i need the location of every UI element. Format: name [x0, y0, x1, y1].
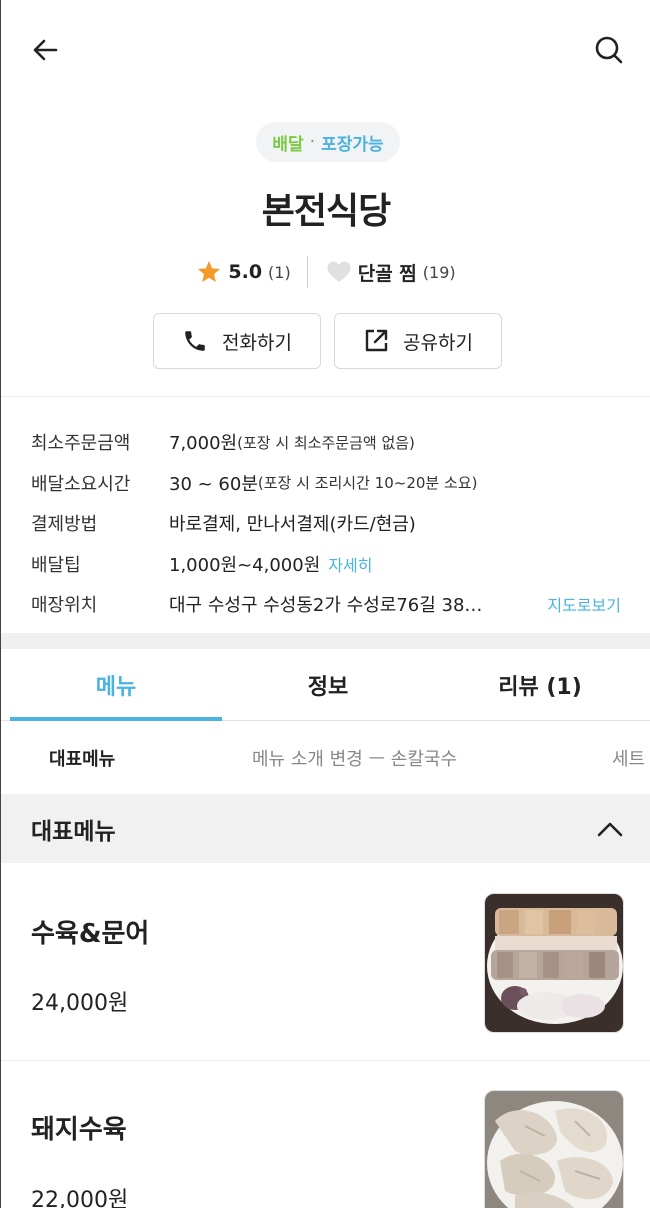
info-row-delivery-time: 배달소요시간 30 ~ 60분 (포장 시 조리시간 10~20분 소요) — [31, 463, 641, 504]
food-photo-icon — [485, 1091, 623, 1208]
call-label: 전화하기 — [222, 331, 292, 354]
store-detail-page: 배달 · 포장가능 본전식당 5.0 (1) 단골 찜 (19) 전화하기 공유… — [0, 0, 650, 1208]
location-value: 대구 수성구 수성동2가 수성로76길 38… — [169, 595, 483, 617]
delivery-time-value: 30 ~ 60분 — [169, 473, 258, 495]
store-tabs: 메뉴 정보 리뷰 (1) — [1, 649, 650, 721]
back-button[interactable] — [27, 32, 63, 68]
info-label: 배달팁 — [31, 554, 81, 576]
menu-item-photo — [484, 1090, 624, 1208]
store-info-list: 최소주문금액 7,000원 (포장 시 최소주문금액 없음) 배달소요시간 30… — [31, 422, 641, 625]
info-row-min-order: 최소주문금액 7,000원 (포장 시 최소주문금액 없음) — [31, 422, 641, 463]
favorite-button[interactable]: 단골 찜 (19) — [308, 259, 456, 286]
menu-item[interactable]: 수육&문어 24,000원 — [1, 863, 650, 1061]
delivery-label: 배달 — [272, 134, 304, 155]
category-item[interactable]: 대표메뉴 — [49, 722, 115, 794]
rating[interactable]: 5.0 (1) — [196, 259, 306, 285]
top-bar — [1, 0, 650, 100]
active-tab-indicator — [10, 717, 222, 721]
rating-score: 5.0 — [228, 261, 263, 283]
info-label: 결제방법 — [31, 514, 98, 536]
share-label: 공유하기 — [403, 331, 473, 354]
favorite-label: 단골 찜 — [357, 262, 417, 285]
info-label: 배달소요시간 — [31, 473, 131, 495]
view-map-link[interactable]: 지도로보기 — [547, 592, 621, 616]
section-title: 대표메뉴 — [31, 818, 116, 845]
info-row-delivery-tip: 배달팁 1,000원~4,000원 자세히 — [31, 544, 641, 585]
min-order-note: (포장 시 최소주문금액 없음) — [237, 433, 415, 452]
chevron-up-icon — [597, 822, 623, 837]
category-item[interactable]: 세트 — [612, 722, 645, 794]
tip-detail-link[interactable]: 자세히 — [328, 552, 372, 576]
menu-item[interactable]: 돼지수육 22,000원 — [1, 1062, 650, 1208]
menu-item-price: 24,000원 — [31, 991, 129, 1016]
info-row-location: 매장위치 대구 수성구 수성동2가 수성로76길 38… 지도로보기 — [31, 584, 641, 625]
share-button[interactable]: 공유하기 — [334, 313, 502, 369]
back-arrow-icon — [33, 39, 58, 61]
menu-category-bar: 대표메뉴 메뉴 소개 변경 ㅡ 손칼국수 세트 — [1, 722, 650, 794]
info-value: 1,000원~4,000원 자세히 — [169, 551, 641, 577]
info-value: 30 ~ 60분 (포장 시 조리시간 10~20분 소요) — [169, 470, 641, 496]
min-order-value: 7,000원 — [169, 433, 238, 455]
rating-count: (1) — [268, 262, 291, 282]
search-button[interactable] — [591, 32, 627, 68]
food-photo-icon — [485, 894, 623, 1032]
service-separator: · — [309, 132, 316, 152]
info-label: 매장위치 — [31, 595, 98, 617]
delivery-time-note: (포장 시 조리시간 10~20분 소요) — [257, 474, 478, 493]
heart-icon — [327, 261, 351, 282]
share-icon — [365, 329, 388, 352]
service-type-badge: 배달 · 포장가능 — [256, 122, 400, 162]
call-button[interactable]: 전화하기 — [153, 313, 321, 369]
info-row-payment: 결제방법 바로결제, 만나서결제(카드/현금) — [31, 503, 641, 544]
menu-item-photo — [484, 893, 624, 1033]
menu-section-header[interactable]: 대표메뉴 — [1, 794, 650, 863]
category-item[interactable]: 메뉴 소개 변경 ㅡ 손칼국수 — [252, 722, 457, 794]
info-value: 7,000원 (포장 시 최소주문금액 없음) — [169, 429, 641, 455]
delivery-tip-value: 1,000원~4,000원 — [169, 554, 321, 576]
rating-row: 5.0 (1) 단골 찜 (19) — [1, 254, 650, 290]
divider — [1, 396, 650, 397]
search-icon — [595, 36, 623, 64]
payment-value: 바로결제, 만나서결제(카드/현금) — [169, 514, 416, 536]
collapse-button[interactable] — [597, 816, 623, 842]
store-name: 본전식당 — [261, 191, 391, 232]
menu-item-name: 돼지수육 — [31, 1115, 127, 1145]
menu-item-price: 22,000원 — [31, 1188, 129, 1208]
phone-icon — [185, 331, 205, 351]
section-divider — [1, 633, 650, 649]
tab-menu[interactable]: 메뉴 — [10, 649, 222, 721]
star-icon — [198, 260, 221, 282]
tab-review[interactable]: 리뷰 (1) — [434, 649, 646, 721]
takeout-label: 포장가능 — [321, 134, 384, 155]
info-label: 최소주문금액 — [31, 433, 131, 455]
menu-item-name: 수육&문어 — [31, 919, 150, 949]
favorite-count: (19) — [422, 262, 456, 282]
tab-info[interactable]: 정보 — [222, 649, 434, 721]
